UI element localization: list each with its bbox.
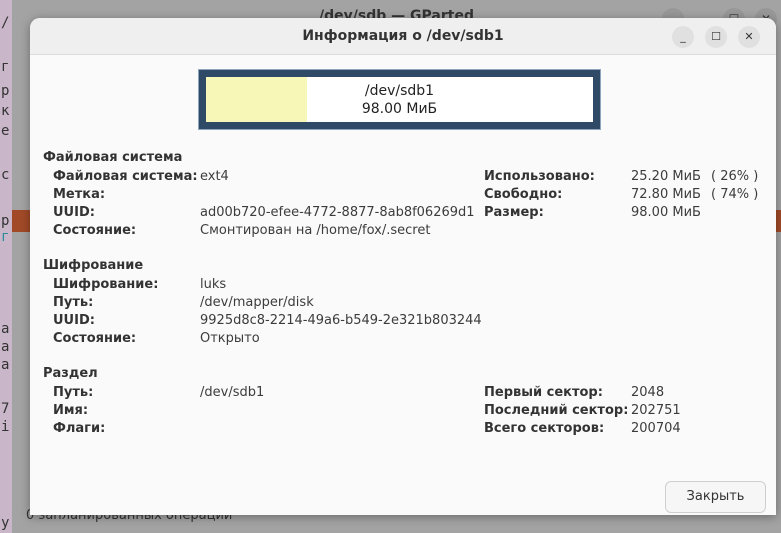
partition-info-dialog: Информация о /dev/sdb1 _ ☐ ✕ /dev/sdb1 9… bbox=[30, 18, 776, 515]
sector-label: Первый сектор: bbox=[484, 385, 603, 400]
encryption-label: Шифрование: bbox=[53, 277, 159, 292]
maximize-button[interactable]: ☐ bbox=[705, 26, 727, 48]
bg-char: р bbox=[1, 83, 10, 99]
usage-percent: ( 74% ) bbox=[711, 187, 759, 202]
usage-value: 72.80 МиБ bbox=[631, 187, 701, 202]
maximize-icon: ☐ bbox=[711, 30, 721, 43]
encryption-label: Состояние: bbox=[53, 331, 137, 346]
filesystem-value: ext4 bbox=[200, 169, 229, 184]
minimize-icon: _ bbox=[680, 30, 686, 43]
partition-usage-graphic: /dev/sdb1 98.00 МиБ bbox=[198, 69, 601, 130]
usage-value: 25.20 МиБ bbox=[631, 169, 701, 184]
filesystem-heading: Файловая система bbox=[43, 150, 183, 165]
usage-label: Свободно: bbox=[484, 187, 563, 202]
close-icon: ✕ bbox=[744, 30, 754, 43]
usage-label: Размер: bbox=[484, 205, 544, 220]
filesystem-value: Смонтирован на /home/fox/.secret bbox=[200, 223, 431, 238]
bg-char: к bbox=[1, 103, 10, 119]
filesystem-label: Состояние: bbox=[53, 223, 137, 238]
sector-value: 202751 bbox=[631, 403, 681, 418]
partition-heading: Раздел bbox=[43, 366, 98, 381]
sector-label: Последний сектор: bbox=[484, 403, 629, 418]
bg-char: у bbox=[1, 515, 10, 531]
bg-char: с bbox=[1, 167, 10, 183]
background-terminal-strip: / г р к е с р г а а а 7 i у bbox=[0, 0, 12, 533]
encryption-value: luks bbox=[200, 277, 227, 292]
partition-name: /dev/sdb1 bbox=[364, 83, 435, 99]
encryption-value: Открыто bbox=[200, 331, 260, 346]
bg-selected-row bbox=[12, 210, 30, 232]
bg-char: / bbox=[1, 15, 10, 31]
bg-char: г bbox=[1, 59, 10, 75]
partition-value: /dev/sdb1 bbox=[200, 385, 265, 400]
close-window-button[interactable]: ✕ bbox=[738, 26, 760, 48]
bg-char: г bbox=[1, 229, 10, 245]
encryption-heading: Шифрование bbox=[43, 258, 144, 273]
sector-value: 2048 bbox=[631, 385, 665, 400]
bg-char: а bbox=[1, 357, 10, 373]
partition-size: 98.00 МиБ bbox=[361, 101, 438, 117]
sector-value: 200704 bbox=[631, 421, 681, 436]
partition-label: Имя: bbox=[53, 403, 89, 418]
partition-label: Флаги: bbox=[53, 421, 106, 436]
dialog-title: Информация о /dev/sdb1 bbox=[30, 18, 776, 55]
sector-label: Всего секторов: bbox=[484, 421, 605, 436]
encryption-label: UUID: bbox=[53, 313, 95, 328]
bg-char: 7 bbox=[1, 401, 10, 417]
close-button[interactable]: Закрыть bbox=[665, 481, 766, 513]
bg-char: i bbox=[1, 419, 10, 435]
bg-char: а bbox=[1, 321, 10, 337]
filesystem-value: ad00b720-efee-4772-8877-8ab8f06269d1 bbox=[200, 205, 475, 220]
usage-value: 98.00 МиБ bbox=[631, 205, 701, 220]
encryption-value: /dev/mapper/disk bbox=[200, 295, 314, 310]
bg-char: а bbox=[1, 339, 10, 355]
encryption-label: Путь: bbox=[53, 295, 94, 310]
filesystem-label: UUID: bbox=[53, 205, 95, 220]
usage-percent: ( 26% ) bbox=[711, 169, 759, 184]
filesystem-label: Метка: bbox=[53, 187, 106, 202]
partition-label: Путь: bbox=[53, 385, 94, 400]
bg-char: е bbox=[1, 123, 10, 139]
usage-label: Использовано: bbox=[484, 169, 595, 184]
minimize-button[interactable]: _ bbox=[672, 26, 694, 48]
filesystem-label: Файловая система: bbox=[53, 169, 198, 184]
encryption-value: 9925d8c8-2214-49a6-b549-2e321b803244 bbox=[200, 313, 482, 328]
